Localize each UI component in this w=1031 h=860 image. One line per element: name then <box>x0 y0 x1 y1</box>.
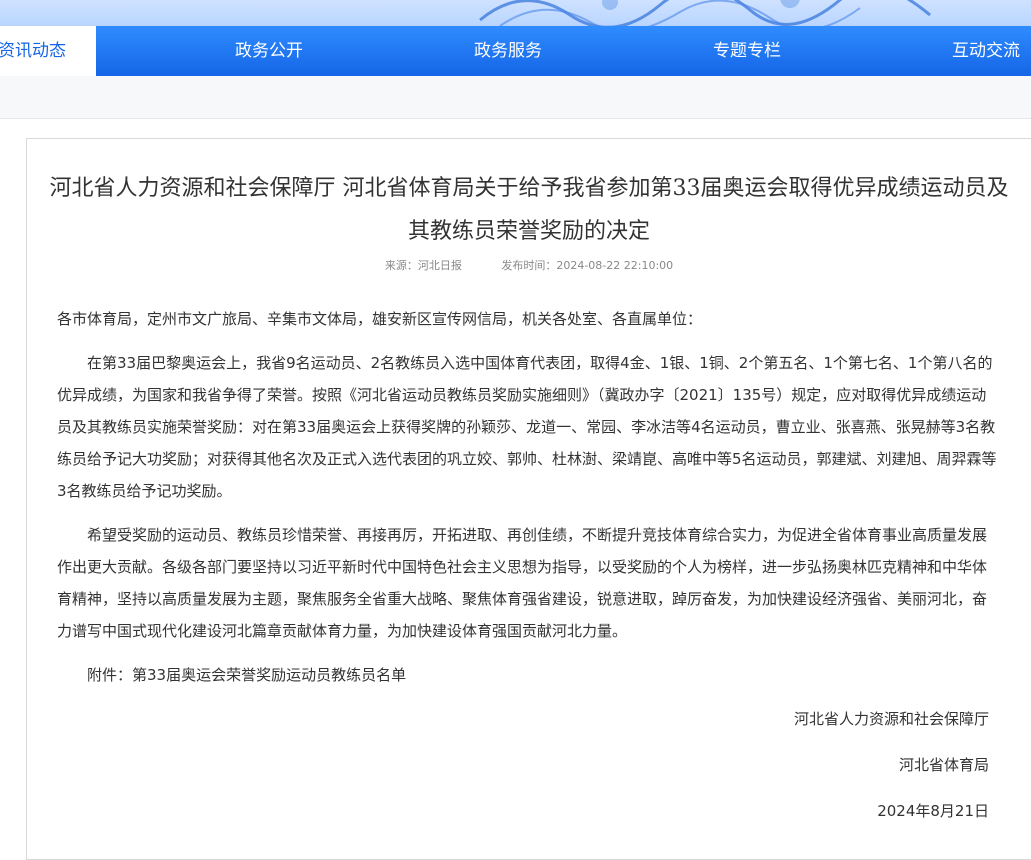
nav-item-government-services[interactable]: 政务服务 <box>448 26 568 76</box>
signer-sports-bureau: 河北省体育局 <box>898 756 989 774</box>
article-title: 河北省人力资源和社会保障厅 河北省体育局关于给予我省参加第33届奥运会取得优异成… <box>49 176 1009 244</box>
nav-item-interaction[interactable]: 互动交流 <box>926 26 1031 76</box>
nav-item-special-topics[interactable]: 专题专栏 <box>687 26 807 76</box>
salutation: 各市体育局，定州市文广旅局、辛集市文体局，雄安新区宣传网信局，机关各处室、各直属… <box>57 310 703 328</box>
nav-item-government-affairs[interactable]: 政务公开 <box>209 26 329 76</box>
article-panel: 河北省人力资源和社会保障厅 河北省体育局关于给予我省参加第33届奥运会取得优异成… <box>26 138 1031 860</box>
nav-item-news[interactable]: 资讯动态 <box>0 26 96 76</box>
attachment-line: 附件：第33届奥运会荣誉奖励运动员教练员名单 <box>87 666 407 684</box>
paragraph: 在第33届巴黎奥运会上，我省9名运动员、2名教练员入选中国体育代表团，取得4金、… <box>57 354 997 500</box>
paragraph: 希望受奖励的运动员、教练员珍惜荣誉、再接再厉，开拓进取、再创佳绩，不断提升竞技体… <box>57 526 988 640</box>
signed-date: 2024年8月21日 <box>877 802 989 820</box>
article-body: 各市体育局，定州市文广旅局、辛集市文体局，雄安新区宣传网信局，机关各处室、各直属… <box>57 303 997 841</box>
article-meta: 来源：河北日报 发布时间：2024-08-22 22:10:00 <box>27 257 1031 273</box>
breadcrumb-bar <box>0 76 1031 119</box>
article-publish-time: 发布时间：2024-08-22 22:10:00 <box>501 259 674 272</box>
top-banner <box>0 0 1031 26</box>
banner-decoration-icon <box>479 0 931 26</box>
main-navigation: 资讯动态 政务公开 政务服务 专题专栏 互动交流 <box>0 26 1031 76</box>
article-source: 来源：河北日报 <box>384 259 462 272</box>
signer-hrss: 河北省人力资源和社会保障厅 <box>793 710 989 728</box>
